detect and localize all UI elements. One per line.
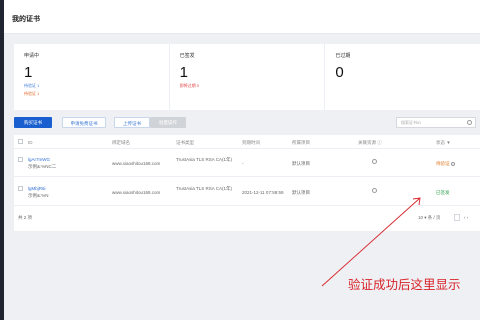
batch-actions-button[interactable]: 批量操作 [150, 117, 186, 128]
stat-expired: 已过期 0 [325, 44, 480, 110]
stat-issued: 已签发 1 即将过期 0 [170, 44, 326, 110]
total-count: 共 2 项 [18, 215, 33, 220]
certificate-note: 示例&:%NC二 [28, 164, 57, 169]
upload-certificate-button[interactable]: 上传证书 [114, 117, 150, 128]
resource-icon[interactable] [372, 188, 377, 193]
page-size-select[interactable]: 10 ▾ 条 / 页 [418, 215, 441, 221]
stats-panel: 申请中 1 待验证 1 待验证 1 已签发 1 即将过期 0 已过期 0 [14, 44, 480, 110]
row-checkbox[interactable] [18, 157, 23, 162]
stat-value: 0 [335, 64, 344, 81]
page-title: 我的证书 [12, 16, 40, 23]
stat-applying: 申请中 1 待验证 1 待验证 1 [14, 44, 170, 110]
certificate-type: TrustAsia TLS RSA CA(1年) [176, 186, 233, 191]
project-name: 默认项目 [292, 161, 310, 166]
buy-certificate-button[interactable]: 购买证书 [14, 117, 52, 128]
header-resources: 关联资源 ⓘ [358, 140, 382, 145]
project-name: 默认项目 [292, 190, 310, 195]
header-project: 所属项目 [292, 140, 310, 145]
bound-domain: www.xiaoshitou168.com [112, 161, 161, 166]
stat-label: 已签发 [179, 53, 195, 59]
apply-free-certificate-button[interactable]: 申请免费证书 [62, 117, 106, 128]
table-header-row: ID 绑定域名 证书类型 到期时间 所属项目 关联资源 ⓘ 状态 ▼ [14, 135, 480, 149]
certificate-table: ID 绑定域名 证书类型 到期时间 所属项目 关联资源 ⓘ 状态 ▼ lgAr7… [14, 135, 480, 231]
expiry-time: 2021-12-11 07:59:59 [242, 190, 284, 195]
header-id: ID [28, 140, 33, 145]
row-checkbox[interactable] [18, 186, 23, 191]
certificate-type: TrustAsia TLS RSA CA(1年) [176, 157, 233, 162]
table-footer: 共 2 项 10 ▾ 条 / 页 ‹ › [14, 208, 480, 228]
stat-value: 1 [24, 64, 33, 81]
header-type: 证书类型 [176, 140, 194, 145]
header-expiry: 到期时间 [242, 140, 260, 145]
resource-icon[interactable] [372, 159, 377, 164]
stat-sub-link[interactable]: 待验证 1 [24, 91, 159, 96]
stat-label: 已过期 [335, 53, 351, 59]
stat-label: 申请中 [24, 53, 40, 59]
toolbar: 购买证书 申请免费证书 上传证书 批量操作 搜索证书ID [14, 117, 480, 131]
info-icon[interactable] [450, 161, 455, 166]
select-all-checkbox[interactable] [18, 139, 23, 144]
table-row: lgMbjR6i 示例&:%N www.xiaoshitou168.com Tr… [14, 178, 480, 206]
stat-sub-link[interactable]: 待验证 1 [24, 83, 159, 88]
header-status[interactable]: 状态 ▼ [436, 140, 451, 146]
search-input[interactable]: 搜索证书ID [396, 117, 476, 128]
table-row: lgAr7mWG 示例&:%NC二 www.xiaoshitou168.com … [14, 149, 480, 177]
stat-value: 1 [179, 64, 189, 81]
status-badge: 已签发 [436, 190, 450, 195]
pager-arrows-icon[interactable]: ‹ › [464, 215, 468, 221]
search-placeholder: 搜索证书ID [401, 120, 421, 125]
certificate-id-link[interactable]: lgMbjR6i [28, 186, 46, 192]
status-badge: 待验证 [436, 161, 455, 167]
page-number-input[interactable] [454, 214, 460, 221]
bound-domain: www.xiaoshitou168.com [112, 190, 161, 195]
stat-sub-link[interactable]: 即将过期 0 [180, 83, 315, 88]
certificate-note: 示例&:%N [28, 193, 49, 198]
expiry-time: - [242, 161, 244, 166]
search-icon[interactable] [467, 120, 472, 125]
sidebar-edge [0, 0, 4, 320]
page-header: 我的证书 [4, 0, 480, 34]
header-domain: 绑定域名 [112, 140, 130, 145]
certificate-id-link[interactable]: lgAr7mWG [28, 157, 50, 163]
status-text: 待验证 [436, 161, 450, 166]
annotation-callout: 验证成功后这里显示 [348, 277, 461, 292]
